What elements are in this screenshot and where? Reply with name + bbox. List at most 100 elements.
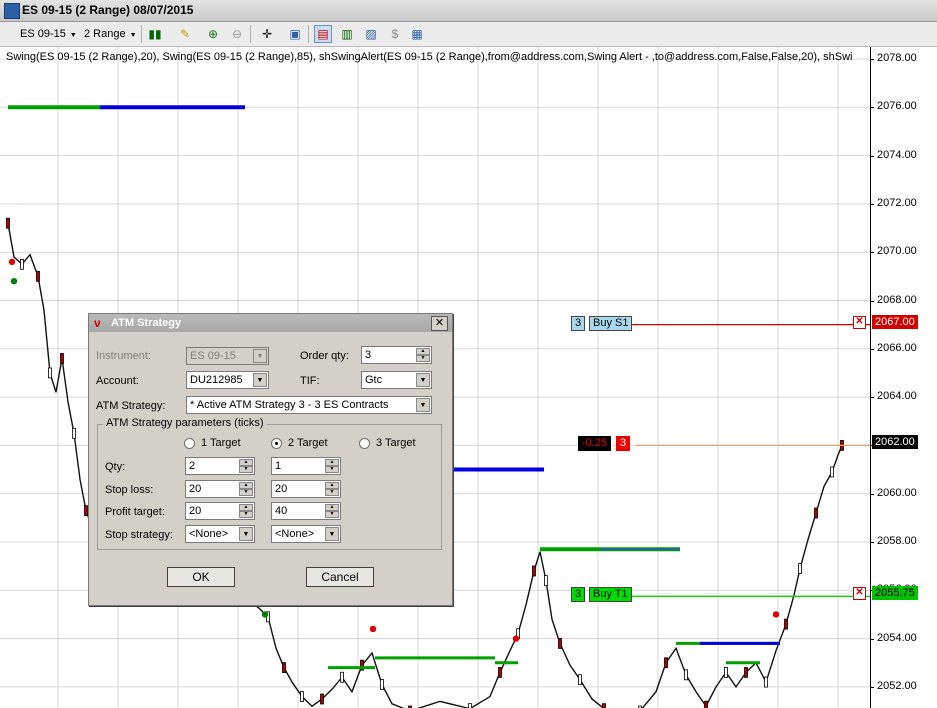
cancel-stop-order-icon[interactable]: ✕ xyxy=(853,316,866,329)
atm-strategy-select-value: * Active ATM Strategy 3 - 3 ES Contracts xyxy=(190,399,389,411)
target2-profit-stepper[interactable]: 40 ▲ ▼ xyxy=(271,502,341,520)
cancel-target-order-icon[interactable]: ✕ xyxy=(853,587,866,600)
three-target-radio[interactable] xyxy=(359,438,370,449)
stop-order-label[interactable]: Buy S1 xyxy=(589,316,633,331)
data-box-icon[interactable]: ▣ xyxy=(286,25,304,43)
target2-profit-value: 40 xyxy=(275,505,288,517)
swing-dot xyxy=(10,277,18,285)
target-order-qty[interactable]: 3 xyxy=(571,587,586,602)
price-tick-mark xyxy=(870,155,874,157)
decrement-icon[interactable]: ▼ xyxy=(325,466,339,473)
swing-dot xyxy=(261,611,269,618)
target2-stop-loss-stepper[interactable]: 20 ▲ ▼ xyxy=(271,480,341,498)
ok-button[interactable]: OK xyxy=(167,567,235,587)
target1-profit-stepper[interactable]: 20 ▲ ▼ xyxy=(185,502,255,520)
increment-icon[interactable]: ▲ xyxy=(416,348,430,355)
decrement-icon[interactable]: ▼ xyxy=(325,489,339,496)
target2-qty-stepper[interactable]: 1 ▲ ▼ xyxy=(271,457,341,475)
chevron-down-icon: ▼ xyxy=(129,32,137,39)
period-dropdown[interactable]: 2 Range ▼ xyxy=(84,26,137,42)
price-bar xyxy=(684,669,688,681)
price-tick-label: 2072.00 xyxy=(877,196,917,209)
stop-strategy-label: Stop strategy: xyxy=(105,529,173,541)
increment-icon[interactable]: ▲ xyxy=(325,459,339,466)
swing-dot xyxy=(8,258,16,266)
order-qty-stepper[interactable]: 3 ▲ ▼ xyxy=(361,346,432,364)
account-select[interactable]: DU212985 ▼ xyxy=(186,371,269,389)
target-order-label[interactable]: Buy T1 xyxy=(589,587,632,602)
one-target-radio[interactable] xyxy=(184,438,195,449)
increment-icon[interactable]: ▲ xyxy=(239,504,253,511)
decrement-icon[interactable]: ▼ xyxy=(239,511,253,518)
target2-stop-strategy-select[interactable]: <None> ▼ xyxy=(271,525,341,543)
price-tick-label: 2060.00 xyxy=(877,486,917,499)
tif-select[interactable]: Gtc ▼ xyxy=(361,371,432,389)
price-tick-label: 2058.00 xyxy=(877,535,917,547)
price-tick-mark xyxy=(870,638,874,640)
two-target-radio[interactable] xyxy=(271,438,282,449)
target2-qty-value: 1 xyxy=(275,460,282,472)
dialog-title: ATM Strategy xyxy=(111,317,182,329)
price-bar xyxy=(578,674,582,686)
price-tick-mark xyxy=(870,348,874,350)
line-chart-icon[interactable]: ▨ xyxy=(362,25,380,43)
price-tick-mark xyxy=(870,252,874,254)
account-label: Account: xyxy=(96,375,139,387)
price-tick-mark xyxy=(870,107,874,109)
increment-icon[interactable]: ▲ xyxy=(239,459,253,466)
increment-icon[interactable]: ▲ xyxy=(239,482,253,489)
chevron-down-icon: ▼ xyxy=(69,32,77,39)
stop-order-qty[interactable]: 3 xyxy=(571,316,586,331)
tif-label: TIF: xyxy=(300,375,320,387)
decrement-icon[interactable]: ▼ xyxy=(239,466,253,473)
target1-profit-value: 20 xyxy=(189,505,202,517)
target2-stop-strategy-value: <None> xyxy=(275,528,315,540)
price-bar xyxy=(36,270,40,282)
price-axis[interactable] xyxy=(870,47,937,708)
dialog-titlebar[interactable]: ν ATM Strategy ✕ xyxy=(89,314,452,332)
properties-icon[interactable]: ▦ xyxy=(408,25,426,43)
candlestick-style-icon[interactable]: ▮▮ xyxy=(146,25,164,43)
price-tick-label: 2078.00 xyxy=(877,52,917,64)
position-qty[interactable]: 3 xyxy=(616,436,631,451)
price-tick-label: 2070.00 xyxy=(877,245,917,258)
decrement-icon[interactable]: ▼ xyxy=(325,511,339,518)
swing-dot xyxy=(369,625,377,633)
instrument-select: ES 09-15 ▼ xyxy=(186,347,269,365)
order-qty-label: Order qty: xyxy=(300,350,349,362)
one-target-label: 1 Target xyxy=(201,437,241,449)
price-bar xyxy=(784,618,788,630)
price-tick-mark xyxy=(870,686,874,688)
toolbar-divider xyxy=(141,25,142,43)
price-tick-label: 2076.00 xyxy=(877,100,917,113)
increment-icon[interactable]: ▲ xyxy=(325,504,339,511)
order-qty-value: 3 xyxy=(365,349,372,361)
increment-icon[interactable]: ▲ xyxy=(325,482,339,489)
price-bar xyxy=(544,575,548,587)
pencil-draw-icon[interactable]: ✎ xyxy=(176,25,194,43)
chart-trader-icon[interactable]: ▤ xyxy=(314,25,332,43)
instrument-dropdown[interactable]: ES 09-15 ▼ xyxy=(20,26,77,42)
zoom-in-icon[interactable]: ⊕ xyxy=(204,25,222,43)
decrement-icon[interactable]: ▼ xyxy=(239,489,253,496)
crosshair-icon[interactable]: ✛ xyxy=(258,25,276,43)
close-dialog-button[interactable]: ✕ xyxy=(431,316,448,331)
target1-qty-value: 2 xyxy=(189,460,196,472)
two-target-label: 2 Target xyxy=(288,437,328,449)
target1-stop-strategy-select[interactable]: <None> ▼ xyxy=(185,525,255,543)
period-value: 2 Range xyxy=(84,28,126,40)
bar-chart-icon[interactable]: ▥ xyxy=(338,25,356,43)
atm-strategy-select[interactable]: * Active ATM Strategy 3 - 3 ES Contracts… xyxy=(186,396,432,414)
decrement-icon[interactable]: ▼ xyxy=(416,355,430,362)
window-titlebar: ES 09-15 (2 Range) 08/07/2015 xyxy=(0,0,937,22)
price-bar xyxy=(320,693,324,705)
target1-qty-stepper[interactable]: 2 ▲ ▼ xyxy=(185,457,255,475)
chevron-down-icon: ▼ xyxy=(239,527,253,541)
cancel-button[interactable]: Cancel xyxy=(306,567,374,587)
last-price-marker: 2062.00 xyxy=(872,435,918,449)
strategy-icon[interactable]: $ xyxy=(386,25,404,43)
price-bar xyxy=(300,691,304,702)
zoom-out-icon[interactable]: ⊖ xyxy=(228,25,246,43)
target1-stop-loss-stepper[interactable]: 20 ▲ ▼ xyxy=(185,480,255,498)
chart-app-icon xyxy=(4,3,20,19)
